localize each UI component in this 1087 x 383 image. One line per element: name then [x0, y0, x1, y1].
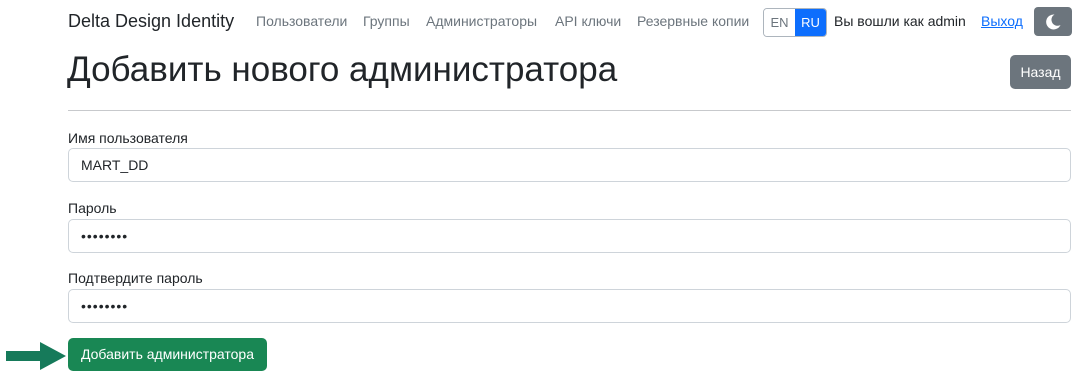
- page-title: Добавить нового администратора: [67, 50, 618, 89]
- nav-link-api-keys[interactable]: API ключи: [555, 13, 621, 29]
- confirm-password-label: Подтвердите пароль: [68, 270, 203, 286]
- password-label: Пароль: [68, 200, 117, 216]
- username-input[interactable]: MART_DD: [68, 148, 1071, 182]
- username-label: Имя пользователя: [68, 130, 188, 146]
- top-navbar: Delta Design Identity Пользователи Групп…: [0, 0, 1087, 44]
- brand-title[interactable]: Delta Design Identity: [68, 11, 234, 32]
- theme-toggle-button[interactable]: [1034, 7, 1072, 36]
- nav-link-users[interactable]: Пользователи: [256, 13, 347, 29]
- nav-link-groups[interactable]: Группы: [363, 13, 410, 29]
- header-divider: [68, 110, 1071, 111]
- lang-en-button[interactable]: EN: [764, 9, 795, 36]
- add-admin-button[interactable]: Добавить администратора: [68, 338, 267, 371]
- nav-link-admins[interactable]: Администраторы: [426, 13, 537, 29]
- lang-ru-button[interactable]: RU: [795, 9, 826, 36]
- password-input[interactable]: ••••••••: [68, 219, 1071, 253]
- logged-in-status: Вы вошли как admin: [834, 13, 966, 29]
- annotation-arrow-icon: [6, 342, 66, 370]
- nav-link-backups[interactable]: Резервные копии: [637, 13, 749, 29]
- back-button[interactable]: Назад: [1010, 55, 1071, 89]
- logout-link[interactable]: Выход: [981, 13, 1023, 29]
- confirm-password-input[interactable]: ••••••••: [68, 289, 1071, 323]
- moon-icon: [1046, 13, 1061, 29]
- language-switcher: EN RU: [763, 8, 827, 37]
